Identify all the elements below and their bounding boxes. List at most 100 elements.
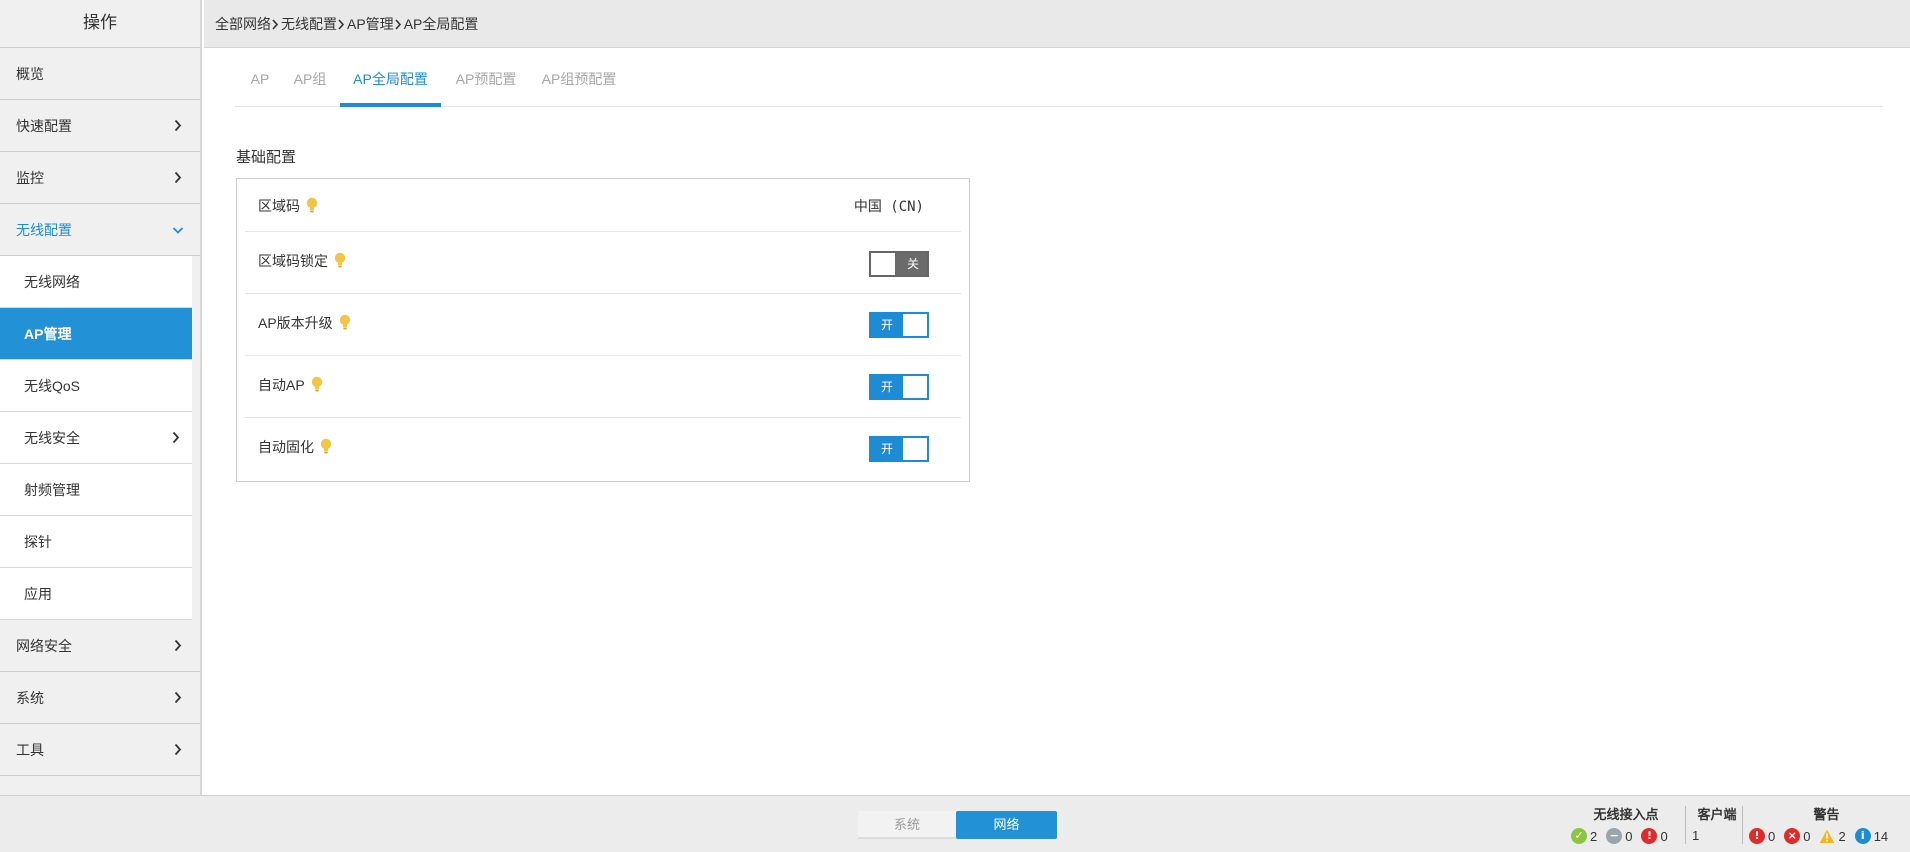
tab-ap-preconfig[interactable]: AP预配置 [455,48,517,107]
client-count: 1 [1692,828,1700,843]
chevron-right-icon [170,412,184,464]
lightbulb-icon[interactable] [334,252,346,270]
major-alert-icon: × [1784,828,1801,844]
sidebar-item-label: AP管理 [24,326,72,342]
sidebar-item-wireless-qos[interactable]: 无线QoS [0,360,192,412]
lightbulb-icon[interactable] [320,438,332,456]
config-row-auto-ap: 自动AP 开 [245,356,961,418]
tab-ap-group[interactable]: AP组 [293,48,327,107]
sidebar-item-quick-config[interactable]: 快速配置 [0,100,200,152]
clients-title: 客户端 [1697,807,1737,822]
tab-ap-group-preconfig[interactable]: AP组预配置 [541,48,617,107]
tab-ap-global-config[interactable]: AP全局配置 [340,48,441,107]
basic-config-panel: 区域码 中国 (CN) 区域码锁定 关 AP版本升级 开 自动AP 开 自动固化… [236,178,970,482]
sidebar-item-label: 概览 [16,66,44,82]
warning-triangle-icon [1819,829,1835,844]
sidebar-item-application[interactable]: 应用 [0,568,192,620]
sidebar-item-tools[interactable]: 工具 [0,724,200,776]
row-label: AP版本升级 [258,315,333,331]
breadcrumb-wireless-config[interactable]: 无线配置 [281,0,337,48]
toggle-knob [903,314,927,336]
sidebar-item-system[interactable]: 系统 [0,672,200,724]
breadcrumb-ap-global-config: AP全局配置 [403,16,479,32]
chevron-right-icon [172,100,186,152]
wireless-ap-title: 无线接入点 [1593,807,1659,822]
sidebar-item-overview[interactable]: 概览 [0,48,200,100]
chevron-right-icon [172,620,186,672]
system-view-button[interactable]: 系统 [858,811,956,839]
chevron-right-icon [394,0,404,48]
info-count: 14 [1873,828,1889,844]
sidebar-item-wireless-security[interactable]: 无线安全 [0,412,192,464]
major-alert-count: 0 [1803,828,1811,844]
sidebar-item-rf-management[interactable]: 射频管理 [0,464,192,516]
config-row-auto-persist: 自动固化 开 [245,418,961,480]
sidebar-title: 操作 [0,0,200,48]
sidebar-item-label: 探针 [24,534,52,550]
config-row-region-code: 区域码 中国 (CN) [245,179,961,232]
tab-ap[interactable]: AP [249,48,271,107]
sidebar: 操作 概览 快速配置 监控 无线配置 无线网络 AP管理 无线QoS 无线安全 [0,0,202,795]
sidebar-item-label: 监控 [16,170,44,186]
sidebar-item-label: 无线QoS [24,378,81,394]
toggle-label: 关 [906,257,919,271]
chevron-right-icon [172,672,186,724]
toggle-knob [903,438,927,460]
check-circle-icon: ✓ [1571,828,1587,844]
sidebar-item-monitor[interactable]: 监控 [0,152,200,204]
warning-count: 2 [1838,828,1846,844]
sidebar-item-label: 工具 [16,742,44,758]
ap-upgrade-toggle[interactable]: 开 [869,312,929,338]
sidebar-item-label: 无线配置 [16,222,72,238]
toggle-label: 开 [880,442,893,456]
divider [1685,806,1686,844]
network-view-button[interactable]: 网络 [956,811,1057,839]
status-footer: 系统 网络 无线接入点 ✓ 2 − 0 ! 0 客户端 1 警告 ! 0 × 0… [0,795,1910,852]
lightbulb-icon[interactable] [339,314,351,332]
sidebar-item-wireless-network[interactable]: 无线网络 [0,256,192,308]
breadcrumb: 全部网络 无线配置 AP管理 AP全局配置 [215,0,478,48]
sidebar-item-label: 应用 [24,586,52,602]
row-label: 自动AP [258,377,305,393]
sidebar-item-wireless-config[interactable]: 无线配置 [0,204,200,256]
client-stats[interactable]: 客户端 1 [1692,804,1742,843]
toggle-label: 开 [880,318,893,332]
sidebar-item-label: 系统 [16,690,44,706]
alerts-title: 警告 [1813,807,1840,822]
region-lock-toggle[interactable]: 关 [869,251,929,277]
wireless-submenu: 无线网络 AP管理 无线QoS 无线安全 射频管理 探针 应用 [0,256,200,620]
wireless-ap-stats[interactable]: 无线接入点 ✓ 2 − 0 ! 0 [1571,804,1681,844]
toggle-label: 开 [880,380,893,394]
chevron-down-icon [172,204,186,256]
config-row-ap-upgrade: AP版本升级 开 [245,294,961,356]
sidebar-item-label: 快速配置 [16,118,72,134]
critical-alert-icon: ! [1749,828,1765,844]
tab-bar: AP AP组 AP全局配置 AP预配置 AP组预配置 [235,48,1883,107]
breadcrumb-all-networks[interactable]: 全部网络 [215,0,271,48]
error-circle-icon: ! [1641,828,1658,844]
minus-circle-icon: − [1606,828,1623,844]
lightbulb-icon[interactable] [306,197,318,215]
chevron-right-icon [172,724,186,776]
breadcrumb-ap-management[interactable]: AP管理 [347,0,394,48]
config-row-region-lock: 区域码锁定 关 [245,232,961,294]
alert-stats[interactable]: 警告 ! 0 × 0 2 i 14 [1749,804,1904,844]
ap-offline-count: 0 [1625,828,1633,844]
ap-error-count: 0 [1660,828,1668,844]
sidebar-item-label: 无线网络 [24,274,80,290]
row-label: 区域码锁定 [258,253,328,269]
chevron-right-icon [337,0,347,48]
top-bar: 全部网络 无线配置 AP管理 AP全局配置 [204,0,1910,48]
sidebar-item-ap-management[interactable]: AP管理 [0,308,192,360]
sidebar-item-label: 无线安全 [24,430,80,446]
sidebar-item-probe[interactable]: 探针 [0,516,192,568]
row-label: 自动固化 [258,439,314,455]
sidebar-item-network-security[interactable]: 网络安全 [0,620,200,672]
chevron-right-icon [172,152,186,204]
auto-persist-toggle[interactable]: 开 [869,436,929,462]
sidebar-item-label: 射频管理 [24,482,80,498]
lightbulb-icon[interactable] [311,376,323,394]
chevron-right-icon [271,0,281,48]
sidebar-item-label: 网络安全 [16,638,72,654]
auto-ap-toggle[interactable]: 开 [869,374,929,400]
